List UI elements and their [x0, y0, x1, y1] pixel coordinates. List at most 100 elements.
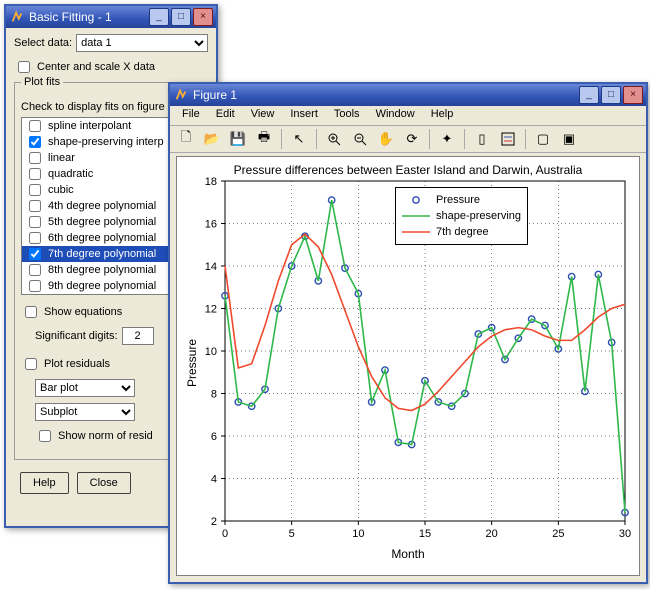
fit-checkbox[interactable]: [29, 184, 41, 196]
show-plot-tools-icon[interactable]: ▣: [557, 127, 581, 151]
legend-entry[interactable]: shape-preserving: [402, 208, 521, 224]
new-figure-icon[interactable]: 🗋: [174, 127, 198, 151]
y-axis-label: Pressure: [185, 339, 199, 387]
fit-label: spline interpolant: [48, 120, 131, 132]
fit-checkbox[interactable]: [29, 264, 41, 276]
select-data-label: Select data:: [14, 37, 72, 49]
svg-text:10: 10: [205, 346, 217, 358]
fit-checkbox[interactable]: [29, 216, 41, 228]
matlab-icon: [9, 9, 25, 25]
fit-label: 8th degree polynomial: [48, 264, 156, 276]
svg-text:18: 18: [205, 177, 217, 188]
minimize-button[interactable]: _: [149, 8, 169, 26]
chart-legend[interactable]: Pressure shape-preserving 7th degree: [395, 187, 528, 245]
fit-checkbox[interactable]: [29, 248, 41, 260]
pan-icon[interactable]: ✋: [374, 127, 398, 151]
zoom-in-icon[interactable]: [322, 127, 346, 151]
sig-digits-input[interactable]: [122, 327, 154, 345]
plot-title: Pressure differences between Easter Isla…: [177, 163, 639, 177]
menu-item[interactable]: Insert: [282, 106, 326, 125]
center-scale-label: Center and scale X data: [37, 61, 155, 73]
fit-label: 4th degree polynomial: [48, 200, 156, 212]
fit-label: cubic: [48, 184, 74, 196]
svg-text:2: 2: [211, 516, 217, 528]
zoom-out-icon[interactable]: [348, 127, 372, 151]
maximize-button[interactable]: □: [171, 8, 191, 26]
close-dialog-button[interactable]: Close: [77, 472, 131, 494]
legend-entry[interactable]: 7th degree: [402, 224, 521, 240]
svg-text:30: 30: [619, 528, 631, 540]
select-data-dropdown[interactable]: data 1: [76, 34, 208, 52]
plot-fits-legend: Plot fits: [21, 76, 63, 88]
fit-label: quadratic: [48, 168, 93, 180]
matlab-icon: [173, 87, 189, 103]
menu-item[interactable]: Window: [368, 106, 423, 125]
fit-label: 5th degree polynomial: [48, 216, 156, 228]
fit-label: shape-preserving interp: [48, 136, 164, 148]
bf-titlebar[interactable]: Basic Fitting - 1 _ □ ×: [6, 6, 216, 28]
legend-label: 7th degree: [436, 226, 489, 238]
fit-label: linear: [48, 152, 75, 164]
legend-label: Pressure: [436, 194, 480, 206]
close-button[interactable]: ×: [193, 8, 213, 26]
print-icon[interactable]: 🖶: [252, 127, 276, 151]
fit-checkbox[interactable]: [29, 136, 41, 148]
show-equations-checkbox[interactable]: [25, 306, 37, 318]
svg-text:25: 25: [552, 528, 564, 540]
insert-colorbar-icon[interactable]: ▯: [470, 127, 494, 151]
residual-plot-location-dropdown[interactable]: Subplot: [35, 403, 135, 421]
plot-residuals-checkbox[interactable]: [25, 358, 37, 370]
hide-plot-tools-icon[interactable]: ▢: [531, 127, 555, 151]
minimize-button[interactable]: _: [579, 86, 599, 104]
fit-checkbox[interactable]: [29, 152, 41, 164]
insert-legend-icon[interactable]: [496, 127, 520, 151]
svg-text:5: 5: [289, 528, 295, 540]
svg-text:20: 20: [486, 528, 498, 540]
legend-swatch-icon: [402, 194, 430, 206]
menu-item[interactable]: Help: [423, 106, 462, 125]
figure-window: Figure 1 _ □ × FileEditViewInsertToolsWi…: [168, 82, 648, 584]
help-button[interactable]: Help: [20, 472, 69, 494]
menu-item[interactable]: Tools: [326, 106, 368, 125]
menu-item[interactable]: View: [243, 106, 283, 125]
save-icon[interactable]: 💾: [226, 127, 250, 151]
plot-residuals-label: Plot residuals: [44, 358, 110, 370]
fit-checkbox[interactable]: [29, 200, 41, 212]
legend-label: shape-preserving: [436, 210, 521, 222]
show-equations-label: Show equations: [44, 306, 122, 318]
fit-label: 7th degree polynomial: [48, 248, 156, 260]
residual-plot-type-dropdown[interactable]: Bar plot: [35, 379, 135, 397]
rotate-icon[interactable]: ⟳: [400, 127, 424, 151]
fit-checkbox[interactable]: [29, 120, 41, 132]
close-button[interactable]: ×: [623, 86, 643, 104]
show-norm-checkbox[interactable]: [39, 430, 51, 442]
fit-label: 6th degree polynomial: [48, 232, 156, 244]
svg-text:4: 4: [211, 474, 217, 486]
svg-text:6: 6: [211, 431, 217, 443]
legend-entry[interactable]: Pressure: [402, 192, 521, 208]
svg-text:8: 8: [211, 389, 217, 401]
toolbar: 🗋 📂 💾 🖶 ↖ ✋ ⟳ ✦ ▯ ▢ ▣: [170, 126, 646, 153]
data-cursor-icon[interactable]: ✦: [435, 127, 459, 151]
show-norm-label: Show norm of resid: [58, 430, 153, 442]
svg-text:0: 0: [222, 528, 228, 540]
x-axis-label: Month: [177, 547, 639, 561]
plot-area: Pressure differences between Easter Isla…: [176, 156, 640, 576]
svg-text:10: 10: [352, 528, 364, 540]
bf-title: Basic Fitting - 1: [29, 10, 149, 24]
sig-digits-label: Significant digits:: [35, 330, 118, 342]
maximize-button[interactable]: □: [601, 86, 621, 104]
legend-swatch-icon: [402, 210, 430, 222]
fit-checkbox[interactable]: [29, 232, 41, 244]
fit-checkbox[interactable]: [29, 280, 41, 292]
svg-text:15: 15: [419, 528, 431, 540]
center-scale-checkbox[interactable]: [18, 61, 30, 73]
pointer-icon[interactable]: ↖: [287, 127, 311, 151]
svg-text:12: 12: [205, 304, 217, 316]
open-icon[interactable]: 📂: [200, 127, 224, 151]
fig-titlebar[interactable]: Figure 1 _ □ ×: [170, 84, 646, 106]
fit-label: 9th degree polynomial: [48, 280, 156, 292]
menu-item[interactable]: File: [174, 106, 208, 125]
fit-checkbox[interactable]: [29, 168, 41, 180]
menu-item[interactable]: Edit: [208, 106, 243, 125]
